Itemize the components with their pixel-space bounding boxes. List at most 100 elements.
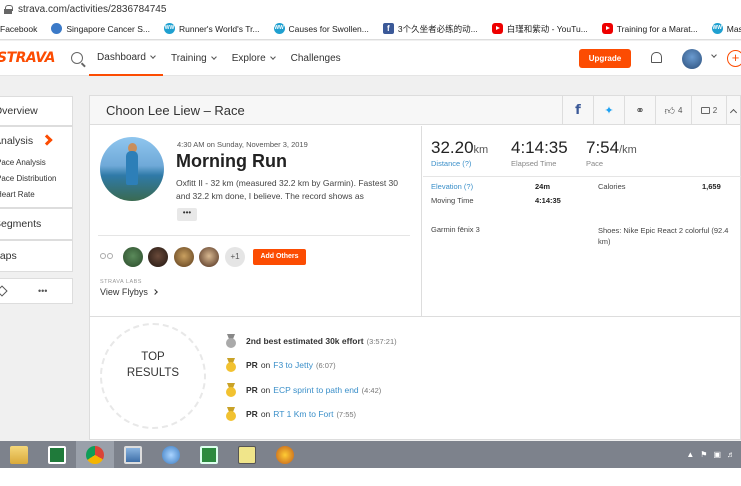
segment-link[interactable]: ECP sprint to path end — [273, 385, 358, 395]
sidebar-overview-block: Overview — [0, 96, 73, 126]
calculator-icon — [200, 445, 218, 464]
top-results-line2: RESULTS — [126, 367, 180, 379]
friend-avatar[interactable] — [123, 247, 143, 267]
search-icon[interactable] — [71, 52, 84, 64]
security-icon — [276, 445, 294, 464]
edit-icon[interactable] — [0, 285, 8, 297]
share-twitter-button[interactable]: ✦ — [593, 96, 624, 125]
friend-avatar[interactable] — [199, 247, 219, 267]
website-icon — [51, 23, 63, 34]
segment-link[interactable]: F3 to Jetty — [273, 360, 313, 370]
bookmark-masters-runners[interactable]: WW Masters Runners |... — [711, 23, 741, 34]
upload-plus-icon[interactable]: + — [727, 50, 741, 67]
taskbar-security[interactable] — [266, 441, 304, 468]
activity-name: Morning Run — [176, 151, 287, 171]
nav-label: Challenges — [290, 52, 341, 64]
friend-avatar[interactable] — [148, 247, 168, 267]
tray-chevron-up-icon[interactable]: ▲ — [686, 450, 694, 459]
user-avatar[interactable] — [682, 49, 702, 69]
sidebar-item-segments[interactable]: Segments — [0, 209, 72, 239]
bookmark-youtube-2[interactable]: Training for a Marat... — [601, 23, 698, 34]
upgrade-button[interactable]: Upgrade — [579, 49, 631, 68]
notifications-bell-icon[interactable] — [651, 52, 662, 63]
chevron-down-icon — [150, 52, 156, 59]
share-bar: f ✦ ⚭ 👍︎ 4 2 — [562, 96, 740, 125]
main-nav: Dashboard Training Explore Challenges — [89, 41, 349, 76]
distance-unit: km — [473, 144, 489, 156]
taskbar-photos[interactable] — [114, 441, 152, 468]
sidebar-item-overview[interactable]: Overview — [0, 97, 72, 125]
sidebar-subitem-label: Pace Analysis — [0, 158, 46, 167]
youtube-icon — [491, 23, 503, 34]
bookmark-runners-world[interactable]: WW Runner's World's Tr... — [163, 23, 260, 34]
tray-flag-icon[interactable]: ⚑ — [700, 450, 707, 459]
stat-pace: 7:54/km Pace — [586, 138, 637, 168]
taskbar-notes[interactable] — [228, 441, 266, 468]
bookmark-facebook[interactable]: Facebook — [0, 24, 37, 34]
nav-explore[interactable]: Explore — [224, 41, 283, 76]
add-others-button[interactable]: Add Others — [253, 249, 306, 265]
nav-training[interactable]: Training — [163, 41, 224, 76]
taskbar-excel[interactable] — [38, 441, 76, 468]
sidebar-item-laps[interactable]: Laps — [0, 241, 72, 271]
nav-dashboard[interactable]: Dashboard — [89, 41, 163, 76]
elevation-label[interactable]: Elevation (?) — [431, 182, 473, 191]
collapse-button[interactable] — [726, 96, 740, 125]
youtube-icon — [601, 23, 613, 34]
sidebar-item-analysis[interactable]: Analysis — [0, 127, 72, 155]
browser-address-bar[interactable]: strava.com/activities/2836784745 — [0, 0, 741, 18]
athlete-avatar[interactable] — [100, 137, 164, 201]
taskbar-chrome[interactable] — [76, 441, 114, 468]
sidebar-subitem-heart-rate[interactable]: Heart Rate — [0, 187, 72, 203]
url-text[interactable]: strava.com/activities/2836784745 — [18, 4, 166, 15]
view-flybys-link[interactable]: View Flybys — [100, 287, 159, 297]
distance-label[interactable]: Distance (?) — [431, 159, 488, 168]
result-time: (3:57:21) — [366, 336, 397, 346]
bookmark-exercise-facebook[interactable]: f 3个久坐者必练的动... — [382, 23, 478, 35]
gold-medal-icon — [225, 358, 237, 372]
calories-value: 1,659 — [702, 182, 721, 191]
group-icon — [100, 251, 116, 261]
taskbar-app[interactable] — [152, 441, 190, 468]
moving-time-value: 4:14:35 — [535, 196, 561, 205]
strava-logo[interactable]: STRAVA — [0, 50, 56, 66]
nav-label: Explore — [231, 52, 266, 64]
result-time: (6:07) — [315, 360, 336, 370]
bookmark-label: 白瑾和紫动 - YouTu... — [506, 23, 588, 34]
result-time: (4:42) — [361, 385, 382, 395]
distance-value: 32.20 — [431, 138, 474, 157]
more-athletes-count[interactable]: +1 — [225, 247, 245, 267]
taskbar-file-explorer[interactable] — [0, 441, 38, 468]
calories-label: Calories — [598, 182, 626, 191]
more-options-button[interactable]: ••• — [38, 286, 47, 296]
top-results-line1: TOP — [141, 351, 165, 363]
result-item: PR on RT 1 Km to Fort (7:55) — [225, 407, 356, 421]
chevron-down-icon[interactable] — [711, 52, 717, 58]
sidebar-subitem-pace-analysis[interactable]: Pace Analysis — [0, 155, 72, 171]
bookmark-youtube-1[interactable]: 白瑾和紫动 - YouTu... — [491, 23, 588, 35]
gold-medal-icon — [225, 407, 237, 421]
bookmark-causes-swollen[interactable]: WW Causes for Swollen... — [273, 23, 369, 34]
bookmark-singapore-cancer[interactable]: Singapore Cancer S... — [51, 23, 150, 34]
result-title: PR — [246, 409, 258, 419]
tray-volume-icon[interactable]: ♬ — [727, 450, 735, 459]
folder-icon — [10, 445, 28, 464]
silver-medal-icon — [225, 334, 237, 348]
share-facebook-button[interactable]: f — [562, 96, 593, 125]
tray-network-icon[interactable]: ▣ — [713, 450, 721, 459]
kudos-button[interactable]: 👍︎ 4 — [655, 96, 691, 125]
friend-avatar[interactable] — [174, 247, 194, 267]
segment-link[interactable]: RT 1 Km to Fort — [273, 409, 333, 419]
nav-challenges[interactable]: Challenges — [283, 41, 349, 76]
top-results-heading: TOP RESULTS — [124, 349, 182, 381]
nav-label: Dashboard — [97, 51, 146, 63]
comments-button[interactable]: 2 — [691, 96, 726, 125]
pace-label: Pace — [586, 159, 604, 168]
pace-unit: /km — [619, 144, 637, 156]
taskbar-calculator[interactable] — [190, 441, 228, 468]
expand-description-button[interactable]: ••• — [177, 208, 197, 221]
share-button[interactable]: ⚭ — [624, 96, 655, 125]
sidebar-subitem-pace-distribution[interactable]: Pace Distribution — [0, 171, 72, 187]
sidebar-segments-block: Segments — [0, 208, 73, 240]
moving-time-label: Moving Time — [431, 196, 474, 205]
